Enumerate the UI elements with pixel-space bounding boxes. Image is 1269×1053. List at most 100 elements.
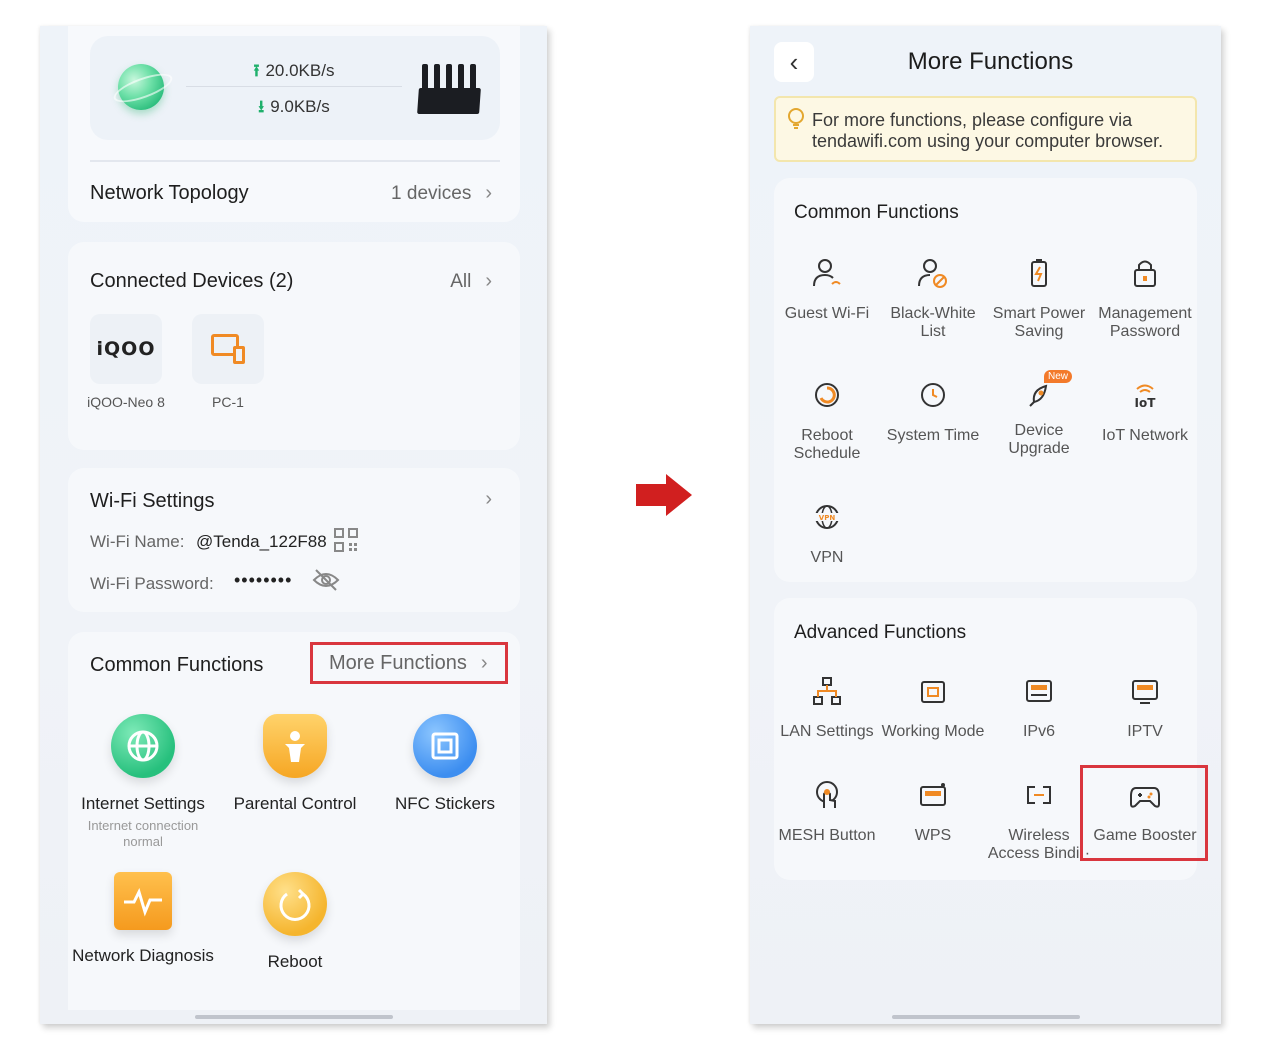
network-diagnosis-item[interactable]: Network Diagnosis bbox=[68, 872, 218, 966]
network-topology-label: Network Topology bbox=[90, 182, 249, 204]
vpn-globe-icon: VPN bbox=[814, 505, 840, 529]
router-mode-icon bbox=[921, 681, 945, 703]
reboot-icon bbox=[263, 872, 327, 936]
grid-label: Wireless Access Bindi·· bbox=[987, 827, 1091, 862]
internet-settings-item[interactable]: Internet Settings Internet connection no… bbox=[68, 714, 218, 850]
grid-label: IPv6 bbox=[1022, 723, 1055, 740]
router-home-screen: ⭱ 20.0KB/s ⭳ 9.0KB/s Network Topology 1 de… bbox=[40, 26, 547, 1024]
link-binding-icon bbox=[1027, 786, 1051, 804]
wifi-name-label: Wi-Fi Name: bbox=[90, 532, 185, 551]
grid-label: Guest Wi-Fi bbox=[784, 305, 870, 322]
nfc-icon bbox=[413, 714, 477, 778]
clock-icon bbox=[921, 383, 945, 407]
device-tile-pc[interactable] bbox=[192, 314, 264, 384]
qr-code-icon[interactable] bbox=[334, 528, 358, 552]
guest-user-icon bbox=[813, 259, 841, 287]
lan-icon bbox=[813, 677, 841, 705]
func-label: NFC Stickers bbox=[394, 794, 496, 813]
svg-text:IoT: IoT bbox=[1135, 396, 1157, 410]
management-password-item[interactable]: Management Password bbox=[1092, 256, 1198, 341]
smart-power-saving-item[interactable]: Smart Power Saving bbox=[986, 256, 1092, 341]
chevron-right-icon: › bbox=[480, 651, 488, 674]
lightbulb-icon bbox=[788, 108, 804, 129]
lock-icon bbox=[1134, 260, 1156, 287]
ipv6-item[interactable]: IPv6 bbox=[986, 674, 1092, 741]
vpn-item[interactable]: VPN VPN bbox=[774, 500, 880, 567]
device-tile-iqoo[interactable]: iQOO bbox=[90, 314, 162, 384]
grid-label: Black-White List bbox=[890, 305, 976, 340]
common-functions-card: Common Functions More Functions › Interne… bbox=[68, 632, 520, 1010]
chevron-right-icon: › bbox=[485, 488, 492, 510]
parental-shield-icon bbox=[263, 714, 327, 778]
status-card: ⭱ 20.0KB/s ⭳ 9.0KB/s Network Topology 1 de… bbox=[68, 26, 520, 222]
grid-label: Smart Power Saving bbox=[992, 305, 1086, 340]
home-indicator[interactable] bbox=[891, 1015, 1080, 1019]
wifi-settings-title: Wi-Fi Settings bbox=[90, 490, 215, 512]
iptv-item[interactable]: IPTV bbox=[1092, 674, 1198, 741]
connected-devices-card: Connected Devices (2) All › iQOO iQOO-Neo… bbox=[68, 242, 520, 450]
wps-item[interactable]: WPS bbox=[880, 778, 986, 845]
device-upgrade-item[interactable]: New Device Upgrade bbox=[986, 370, 1092, 458]
system-time-item[interactable]: System Time bbox=[880, 378, 986, 445]
notice-text: For more functions, please configure via… bbox=[812, 110, 1164, 151]
game-booster-highlight bbox=[1080, 765, 1208, 861]
grid-label: MESH Button bbox=[778, 827, 876, 844]
ipv6-icon bbox=[1026, 680, 1052, 702]
grid-label: IoT Network bbox=[1102, 427, 1188, 444]
func-label: Network Diagnosis bbox=[72, 946, 214, 965]
common-functions-title: Common Functions bbox=[90, 654, 264, 676]
black-white-list-item[interactable]: Black-White List bbox=[880, 256, 986, 341]
wireless-access-binding-item[interactable]: Wireless Access Bindi·· bbox=[986, 778, 1092, 863]
reboot-schedule-item[interactable]: Reboot Schedule bbox=[774, 378, 880, 463]
grid-label: Working Mode bbox=[881, 723, 985, 740]
tv-icon bbox=[1132, 680, 1158, 704]
user-block-icon bbox=[918, 259, 947, 288]
divider bbox=[186, 86, 402, 87]
mesh-button-item[interactable]: MESH Button bbox=[774, 778, 880, 845]
iot-network-item[interactable]: IoT IoT Network bbox=[1092, 378, 1198, 445]
common-functions-card: Common Functions Guest Wi-Fi Black-White… bbox=[774, 178, 1197, 582]
new-badge: New bbox=[1043, 370, 1072, 383]
more-functions-button[interactable]: More Functions › bbox=[310, 642, 508, 684]
iqoo-logo: iQOO bbox=[96, 338, 156, 360]
all-devices-link[interactable]: All › bbox=[450, 270, 492, 293]
pc-icon bbox=[211, 334, 245, 364]
grid-label: Device Upgrade bbox=[1008, 422, 1070, 457]
network-topology-row[interactable]: Network Topology 1 devices › bbox=[68, 162, 520, 222]
arrow-right-icon bbox=[636, 474, 692, 516]
grid-label: System Time bbox=[886, 427, 980, 444]
grid-label: VPN bbox=[810, 549, 844, 566]
battery-icon bbox=[1031, 259, 1047, 287]
mesh-touch-icon bbox=[816, 781, 838, 808]
nfc-stickers-item[interactable]: NFC Stickers bbox=[370, 714, 520, 814]
func-label: Internet Settings bbox=[81, 794, 205, 813]
chevron-right-icon: › bbox=[485, 270, 492, 292]
reboot-clock-icon bbox=[815, 383, 839, 407]
connected-devices-title: Connected Devices (2) bbox=[90, 270, 294, 292]
upload-icon: ⭱ bbox=[253, 61, 260, 80]
router-icon bbox=[417, 62, 481, 114]
guest-wifi-item[interactable]: Guest Wi-Fi bbox=[774, 256, 880, 323]
device-name: PC-1 bbox=[212, 394, 244, 410]
section-title: Common Functions bbox=[794, 202, 959, 223]
eye-hidden-icon[interactable] bbox=[312, 568, 340, 592]
info-notice: For more functions, please configure via… bbox=[774, 96, 1197, 162]
wifi-settings-card[interactable]: Wi-Fi Settings › Wi-Fi Name: @Tenda_122F… bbox=[68, 468, 520, 612]
home-indicator[interactable] bbox=[194, 1015, 393, 1019]
grid-label: Reboot Schedule bbox=[793, 427, 861, 462]
reboot-item[interactable]: Reboot bbox=[220, 872, 370, 972]
more-functions-screen: ‹ More Functions For more functions, ple… bbox=[750, 26, 1221, 1024]
grid-label: LAN Settings bbox=[780, 723, 874, 740]
page-title: More Functions bbox=[907, 48, 1074, 75]
wifi-password-value: •••••••• bbox=[234, 570, 293, 590]
wps-icon bbox=[920, 783, 946, 806]
parental-control-item[interactable]: Parental Control bbox=[220, 714, 370, 814]
grid-label: WPS bbox=[914, 827, 952, 844]
working-mode-item[interactable]: Working Mode bbox=[880, 674, 986, 741]
device-count: 1 devices › bbox=[391, 182, 492, 204]
wifi-name-value: @Tenda_122F88 bbox=[196, 532, 327, 551]
speed-panel: ⭱ 20.0KB/s ⭳ 9.0KB/s bbox=[90, 36, 500, 140]
svg-text:VPN: VPN bbox=[819, 514, 836, 522]
func-label: Reboot bbox=[267, 952, 323, 971]
lan-settings-item[interactable]: LAN Settings bbox=[774, 674, 880, 741]
